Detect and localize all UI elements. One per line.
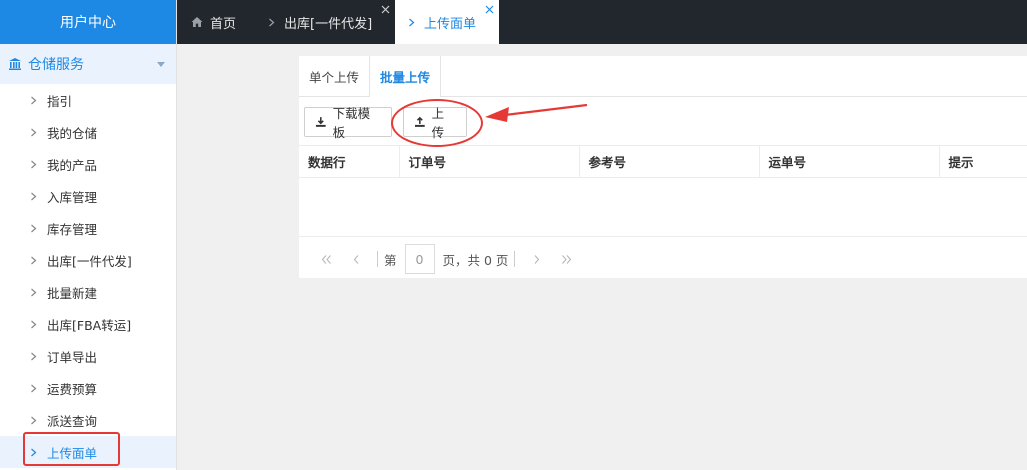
chevron-right-icon (31, 160, 37, 168)
sidebar-item-label: 我的仓储 (47, 125, 98, 141)
tab-label: 上传面单 (424, 16, 477, 32)
sidebar: 用户中心 仓储服务 指引 我的仓储 我的产品 入库管理 库存管理 出库[一件代发… (0, 0, 177, 470)
table-empty-body (299, 178, 1027, 237)
sidebar-item-label: 批量新建 (47, 285, 98, 301)
home-icon (191, 17, 203, 27)
sidebar-item-upload-label[interactable]: 上传面单 (0, 432, 176, 468)
first-page-button[interactable] (311, 249, 341, 269)
sidebar-item-my-warehouse[interactable]: 我的仓储 (0, 116, 176, 148)
sidebar-item-shipping-estimate[interactable]: 运费预算 (0, 372, 176, 404)
sidebar-item-order-export[interactable]: 订单导出 (0, 340, 176, 372)
sidebar-group-warehouse[interactable]: 仓储服务 (0, 44, 176, 84)
chevron-right-icon (409, 18, 415, 26)
pager-separator (377, 251, 378, 267)
tab-outbound-dropship[interactable]: 出库[一件代发] (257, 0, 395, 44)
chevron-right-icon (31, 352, 37, 360)
sidebar-header: 用户中心 (0, 0, 176, 44)
chevron-right-icon (269, 18, 275, 26)
chevron-right-icon (31, 384, 37, 392)
sidebar-item-label: 运费预算 (47, 381, 98, 397)
double-chevron-right-icon (562, 254, 572, 264)
sidebar-item-label: 库存管理 (47, 221, 98, 237)
prev-page-button[interactable] (341, 249, 371, 269)
sidebar-item-inbound[interactable]: 入库管理 (0, 180, 176, 212)
chevron-right-icon (534, 254, 540, 264)
sidebar-menu: 指引 我的仓储 我的产品 入库管理 库存管理 出库[一件代发] 批量新建 出库[… (0, 84, 176, 468)
column-header-reference-no: 参考号 (578, 145, 759, 178)
sidebar-item-batch-create[interactable]: 批量新建 (0, 276, 176, 308)
tab-batch-upload[interactable]: 批量上传 (369, 56, 442, 97)
chevron-right-icon (31, 224, 37, 232)
sidebar-group-label: 仓储服务 (28, 57, 84, 73)
tab-upload-label[interactable]: 上传面单 (395, 0, 499, 44)
pager-separator (514, 251, 516, 267)
sidebar-item-inventory[interactable]: 库存管理 (0, 212, 176, 244)
upload-result-table: 数据行 订单号 参考号 运单号 提示 (299, 145, 1027, 178)
download-template-button[interactable]: 下载模板 (304, 106, 392, 140)
column-header-order-no: 订单号 (398, 145, 579, 178)
download-template-label: 下载模板 (332, 106, 371, 140)
main-panel: 单个上传 批量上传 下载模板 上传 数据行 订单号 参考号 运单号 提示 第 0… (299, 56, 1027, 278)
toolbar: 下载模板 上传 (299, 97, 1027, 147)
chevron-right-icon (31, 288, 37, 296)
annotation-arrow-icon (485, 103, 587, 122)
tab-home[interactable]: 首页 (177, 0, 257, 44)
download-icon (315, 117, 326, 127)
sidebar-item-label: 指引 (47, 93, 73, 109)
chevron-right-icon (31, 416, 37, 424)
double-chevron-left-icon (321, 254, 331, 264)
pagination: 第 页，共 0 页 (299, 237, 1027, 281)
column-header-tracking-no: 运单号 (758, 145, 939, 178)
sidebar-item-label: 派送查询 (47, 413, 98, 429)
upload-icon (414, 116, 425, 127)
upload-label: 上传 (431, 106, 445, 140)
sidebar-item-label: 入库管理 (47, 189, 98, 205)
sidebar-item-outbound-dropship[interactable]: 出库[一件代发] (0, 244, 176, 276)
sidebar-item-label: 出库[FBA转运] (47, 317, 132, 333)
column-header-hint: 提示 (938, 145, 1027, 178)
chevron-right-icon (31, 448, 37, 456)
close-icon[interactable] (381, 5, 390, 14)
upload-mode-tabs: 单个上传 批量上传 (299, 56, 1027, 97)
last-page-button[interactable] (551, 249, 581, 269)
upload-button[interactable]: 上传 (403, 106, 467, 140)
chevron-right-icon (31, 256, 37, 264)
pager-prefix: 第 (384, 252, 397, 268)
chevron-right-icon (31, 128, 37, 136)
sidebar-item-outbound-fba[interactable]: 出库[FBA转运] (0, 308, 176, 340)
table-header-row: 数据行 订单号 参考号 运单号 提示 (299, 145, 1027, 178)
tab-label: 出库[一件代发] (284, 16, 373, 32)
sidebar-item-label: 订单导出 (47, 349, 98, 365)
bank-icon (9, 58, 21, 70)
close-icon[interactable] (485, 5, 494, 14)
sidebar-item-label: 我的产品 (47, 157, 98, 173)
next-page-button[interactable] (521, 249, 551, 269)
column-header-data-row: 数据行 (299, 145, 399, 178)
pager-suffix: 页，共 0 页 (442, 252, 509, 268)
chevron-left-icon (353, 254, 358, 264)
page-number-input[interactable] (404, 244, 435, 274)
tab-single-upload[interactable]: 单个上传 (299, 56, 369, 96)
chevron-right-icon (31, 320, 37, 328)
sidebar-item-label: 出库[一件代发] (47, 253, 132, 269)
sidebar-item-guide[interactable]: 指引 (0, 84, 176, 116)
sidebar-item-my-products[interactable]: 我的产品 (0, 148, 176, 180)
chevron-right-icon (31, 192, 37, 200)
sidebar-item-label: 上传面单 (47, 445, 98, 461)
chevron-right-icon (31, 96, 37, 104)
caret-down-icon (157, 62, 165, 67)
top-tab-bar: 首页 出库[一件代发] 上传面单 (177, 0, 1027, 44)
tab-label: 首页 (210, 16, 237, 32)
